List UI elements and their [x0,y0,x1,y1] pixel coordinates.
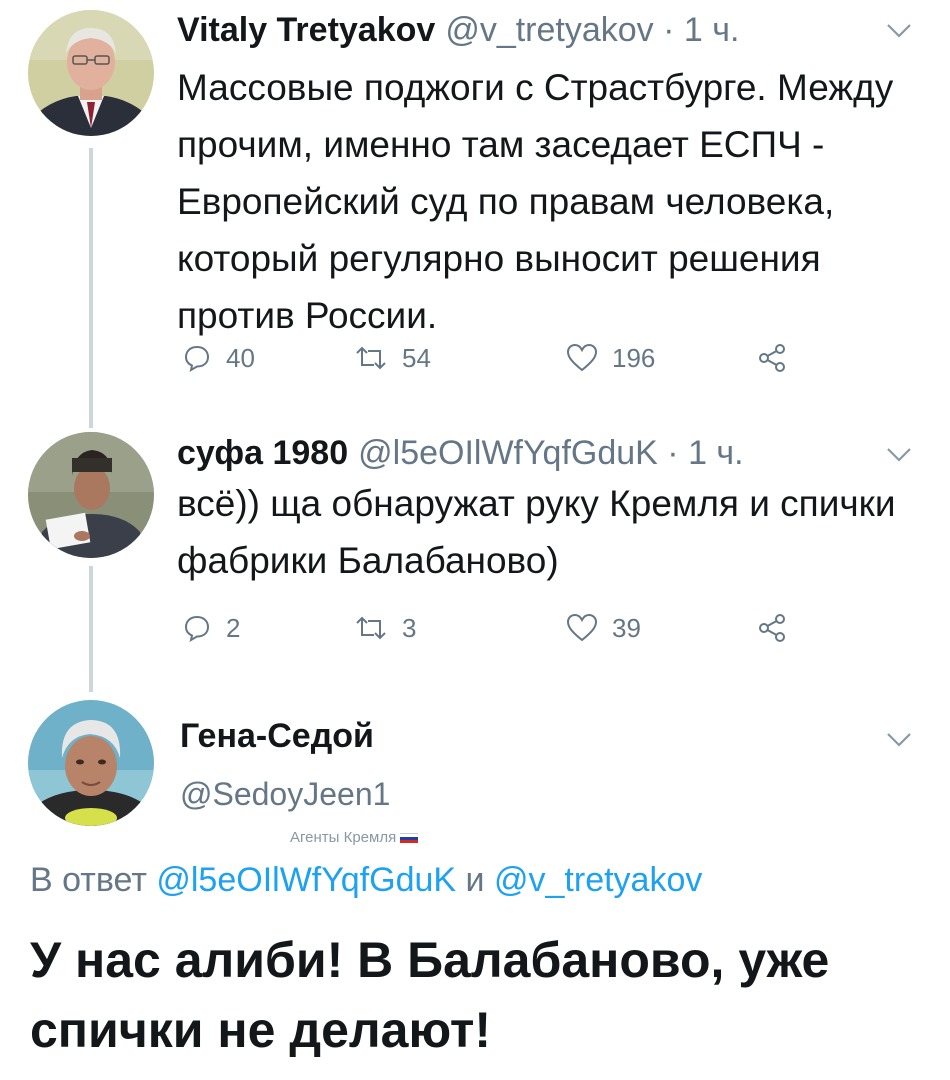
reply-prefix: В ответ [30,861,147,899]
author-handle[interactable]: @SedoyJeen1 [180,776,390,813]
reply-icon [184,615,210,643]
author-name[interactable]: Гена-Седой [180,717,374,756]
like-count: 196 [612,342,656,373]
tweet-header: Vitaly Tretyakov @v_tretyakov · 1 ч. [177,10,739,50]
avatar[interactable] [28,700,154,826]
tweet-header: суфа 1980 @l5eOIlWfYqfGduK · 1 ч. [177,433,744,473]
author-handle[interactable]: @v_tretyakov [445,11,653,49]
mention-link[interactable]: @v_tretyakov [494,861,702,899]
russia-flag-icon [400,832,419,844]
chevron-down-icon[interactable] [885,446,913,464]
share-icon [759,344,785,372]
tweet-time[interactable]: 1 ч. [684,11,740,49]
like-button[interactable]: 196 [566,338,655,378]
reply-button[interactable]: 2 [182,608,240,648]
retweet-button[interactable]: 54 [354,338,431,378]
reply-and: и [465,861,485,899]
retweet-icon [356,346,386,370]
share-button[interactable] [756,608,788,648]
share-icon [759,614,785,642]
retweet-count: 54 [402,342,431,373]
tweet-actions: 2 3 39 [182,608,822,648]
separator: · [657,434,689,472]
heart-icon [566,343,598,372]
mention-link[interactable]: @l5eOIlWfYqfGduK [156,861,456,899]
reply-icon [184,345,210,373]
author-name[interactable]: Vitaly Tretyakov [177,11,435,49]
avatar[interactable] [28,10,154,136]
separator: · [653,11,684,49]
reply-button[interactable]: 40 [182,338,255,378]
tweet-actions: 40 54 196 [182,338,822,378]
reply-context: В ответ @l5eOIlWfYqfGduK и @v_tretyakov [30,861,702,900]
like-button[interactable]: 39 [566,608,641,648]
profile-tag-text: Агенты Кремля [290,829,397,846]
thread-line [89,566,93,692]
like-count: 39 [612,612,641,643]
tweet-text: Массовые поджоги с Страстбурге. Между пр… [177,67,894,336]
retweet-button[interactable]: 3 [354,608,416,648]
retweet-count: 3 [402,612,417,643]
profile-tag: Агенты Кремля [290,829,419,846]
share-button[interactable] [756,338,788,378]
reply-count: 2 [226,612,241,643]
chevron-down-icon[interactable] [885,22,913,40]
thread-line [89,148,93,428]
main-tweet-text: У нас алиби! В Балабаново, уже спички не… [30,932,830,1058]
author-handle[interactable]: @l5eOIlWfYqfGduK [358,434,658,472]
author-name[interactable]: суфа 1980 [177,434,348,472]
heart-icon [566,613,598,642]
chevron-down-icon[interactable] [885,731,913,749]
avatar[interactable] [28,432,154,558]
tweet-text: всё)) ща обнаружат руку Кремля и спички … [177,483,896,581]
tweet-time[interactable]: 1 ч. [688,434,744,472]
retweet-icon [356,616,386,640]
reply-count: 40 [226,342,255,373]
